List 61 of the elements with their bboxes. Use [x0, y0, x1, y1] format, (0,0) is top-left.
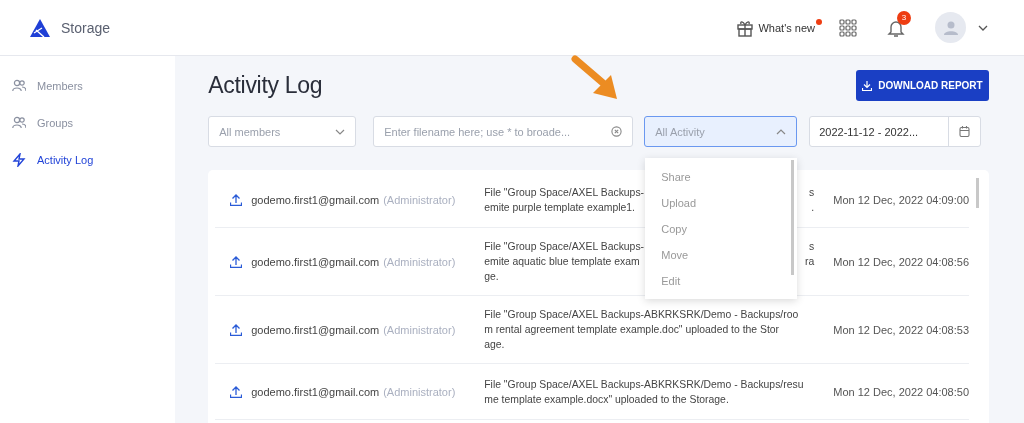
menu-item[interactable]: Edit: [645, 268, 697, 294]
app-name: Storage: [61, 19, 111, 36]
menu-item[interactable]: Upload: [645, 190, 713, 216]
user-role: (Administrator): [383, 193, 456, 206]
description-text: me template example.docx" uploaded to the Storage.: [484, 392, 729, 407]
notification-badge: 3: [897, 10, 911, 25]
user-email: godemo.first1@gmail.com: [251, 255, 380, 268]
logo-icon: [30, 18, 50, 37]
user-role: (Administrator): [383, 323, 456, 336]
description-text: age.: [484, 338, 505, 352]
timestamp: Mon 12 Dec, 2022 04:09:00: [833, 193, 969, 206]
description-text: .: [811, 200, 815, 215]
description-text: s: [809, 185, 815, 200]
upload-icon: [230, 255, 243, 268]
download-icon: [862, 80, 873, 91]
sidebar-item[interactable]: Members: [0, 67, 176, 104]
user-role: (Administrator): [383, 255, 456, 268]
description-text: emite aquatic blue template exam: [484, 255, 640, 269]
description-text: ra: [805, 255, 815, 269]
description-text: m rental agreement template example.doc" uploaded to the Stor: [484, 323, 780, 337]
user-email: godemo.first1@gmail.com: [251, 323, 380, 336]
description-text: File "Group Space/AXEL Backups-ABKRKSRK/Demo - Backups/roo: [484, 308, 799, 322]
description-text: File "Group Space/AXEL Backups-: [484, 185, 645, 200]
sidebar-item[interactable]: Activity Log: [0, 141, 176, 178]
apps-grid-icon[interactable]: [839, 18, 857, 37]
people-icon: [12, 78, 26, 93]
scrollbar[interactable]: [976, 178, 979, 208]
description-text: File "Group Space/AXEL Backups-: [484, 240, 645, 254]
filename-search-field[interactable]: Enter filename here; use * to broade...: [373, 116, 634, 147]
description-text: emite purple template example1.: [484, 200, 635, 215]
download-report-button[interactable]: DOWNLOAD REPORT: [856, 70, 989, 101]
upload-icon: [230, 385, 243, 398]
scrollbar[interactable]: [791, 160, 795, 275]
user-silhouette-icon: [943, 20, 958, 35]
lightning-bolt-icon: [12, 152, 26, 167]
description-text: ge.: [484, 270, 499, 284]
timestamp: Mon 12 Dec, 2022 04:08:56: [833, 255, 969, 268]
gift-icon: [736, 18, 755, 37]
chevron-down-icon: [335, 128, 346, 135]
upload-icon: [230, 323, 243, 336]
timestamp: Mon 12 Dec, 2022 04:08:50: [833, 385, 969, 398]
clear-icon[interactable]: [611, 126, 623, 137]
menu-item[interactable]: Share: [645, 164, 707, 190]
sidebar-item[interactable]: Groups: [0, 104, 176, 141]
description-text: File "Group Space/AXEL Backups-ABKRKSRK/Demo - Backups/resu: [484, 377, 804, 392]
chevron-up-icon: [776, 128, 787, 135]
upload-icon: [230, 193, 243, 206]
whats-new-link[interactable]: What's new: [736, 18, 815, 37]
description-text: s: [809, 240, 815, 254]
menu-item[interactable]: Move: [645, 242, 705, 268]
user-email: godemo.first1@gmail.com: [251, 193, 380, 206]
user-email: godemo.first1@gmail.com: [251, 385, 380, 398]
page-title: Activity Log: [208, 72, 323, 99]
timestamp: Mon 12 Dec, 2022 04:08:53: [833, 323, 969, 336]
user-role: (Administrator): [383, 385, 456, 398]
calendar-icon[interactable]: [959, 126, 971, 137]
chevron-down-icon[interactable]: [978, 24, 988, 31]
members-dropdown[interactable]: All members: [208, 116, 357, 147]
menu-item[interactable]: Copy: [645, 216, 703, 242]
date-range-field[interactable]: 2022-11-12 - 2022...: [809, 116, 982, 147]
people-icon: [12, 115, 26, 130]
